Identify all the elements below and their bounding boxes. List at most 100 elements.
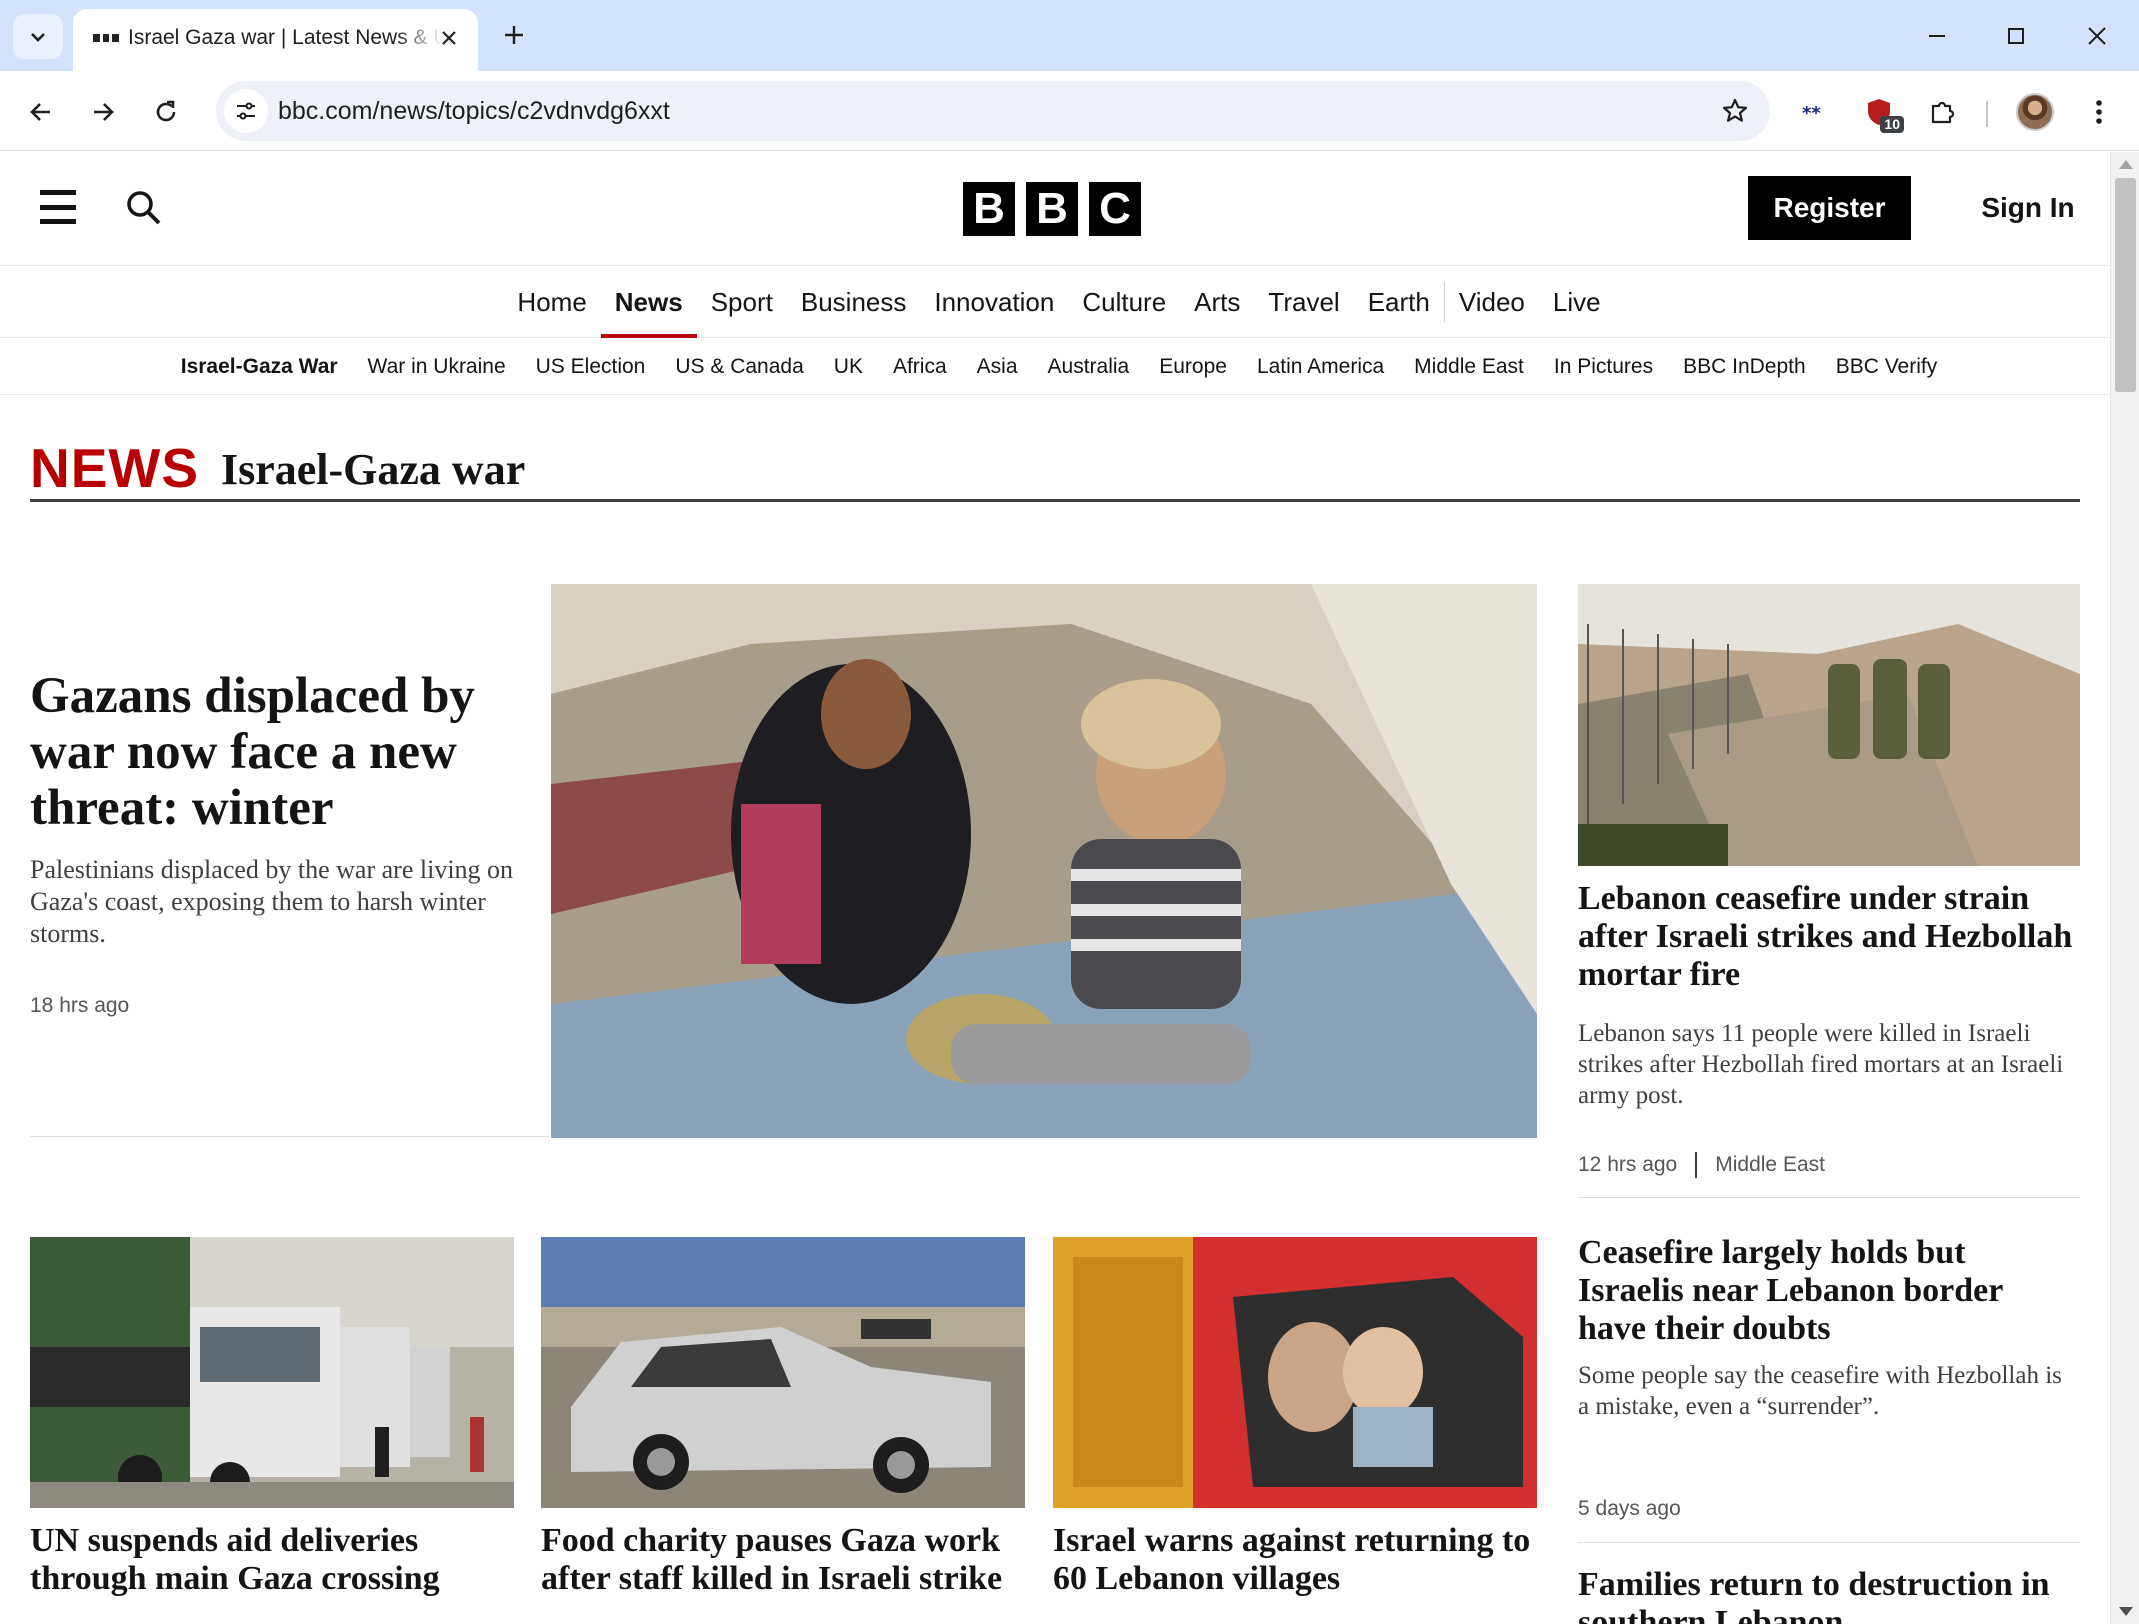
story-headline[interactable]: Families return to destruction in southe… <box>1578 1566 2078 1624</box>
star-icon <box>1722 98 1748 122</box>
register-button[interactable]: Register <box>1748 176 1911 240</box>
site-info-button[interactable] <box>224 89 268 133</box>
bbc-logo[interactable]: B B C <box>963 182 1141 236</box>
lead-story[interactable]: Gazans displaced by war now face a new t… <box>30 668 520 950</box>
tab-title: Israel Gaza war | Latest News & Updates … <box>128 26 443 49</box>
minimize-button[interactable] <box>1906 8 1968 63</box>
hamburger-menu-icon[interactable] <box>40 190 76 224</box>
story-topic-tag[interactable]: Middle East <box>1715 1153 1825 1177</box>
browser-toolbar: bbc.com/news/topics/c2vdnvdg6xxt ** 10 <box>0 71 2139 151</box>
subnav-item-us-election[interactable]: US Election <box>521 339 661 395</box>
search-icon[interactable] <box>124 188 164 228</box>
bbc-favicon-icon <box>93 34 120 42</box>
story-headline[interactable]: Food charity pauses Gaza work after staf… <box>541 1522 1025 1598</box>
bookmark-star-button[interactable] <box>1714 90 1756 132</box>
extensions-menu-button[interactable] <box>1920 89 1966 135</box>
stars-extension-icon: ** <box>1802 103 1821 122</box>
story-card[interactable]: Ceasefire largely holds but Israelis nea… <box>1578 1234 2078 1422</box>
nav-item-culture[interactable]: Culture <box>1068 266 1180 338</box>
nav-item-earth[interactable]: Earth <box>1354 266 1444 338</box>
subnav-item-australia[interactable]: Australia <box>1033 339 1145 395</box>
story-image[interactable] <box>1053 1237 1537 1508</box>
profile-avatar[interactable] <box>2016 93 2054 131</box>
maximize-button[interactable] <box>1985 8 2047 63</box>
back-button[interactable] <box>18 89 64 135</box>
story-headline[interactable]: Israel warns against returning to 60 Leb… <box>1053 1522 1537 1598</box>
nav-item-arts[interactable]: Arts <box>1180 266 1254 338</box>
address-bar[interactable]: bbc.com/news/topics/c2vdnvdg6xxt <box>216 81 1770 141</box>
lead-headline[interactable]: Gazans displaced by war now face a new t… <box>30 668 520 836</box>
primary-nav: Home News Sport Business Innovation Cult… <box>0 266 2110 338</box>
story-image[interactable] <box>541 1237 1025 1508</box>
extension-shield-button[interactable]: 10 <box>1856 89 1904 135</box>
browser-tab-active[interactable]: Israel Gaza war | Latest News & Updates … <box>73 9 478 71</box>
reload-button[interactable] <box>143 89 189 135</box>
story-summary: Lebanon says 11 people were killed in Is… <box>1578 1020 2064 1109</box>
scroll-down-arrow-icon[interactable] <box>2119 1607 2133 1616</box>
divider <box>30 1136 550 1137</box>
scrollbar-thumb[interactable] <box>2115 178 2136 392</box>
bbc-logo-letter: C <box>1089 182 1141 236</box>
scroll-up-arrow-icon[interactable] <box>2119 160 2133 169</box>
browser-menu-button[interactable] <box>2076 89 2122 135</box>
lead-image[interactable] <box>551 584 1537 1138</box>
forward-button[interactable] <box>80 89 126 135</box>
nav-item-home[interactable]: Home <box>503 266 600 338</box>
bbc-logo-letter: B <box>1026 182 1078 236</box>
subnav-item-africa[interactable]: Africa <box>878 339 962 395</box>
subnav-item-bbc-indepth[interactable]: BBC InDepth <box>1668 339 1821 395</box>
nav-item-sport[interactable]: Sport <box>697 266 787 338</box>
divider <box>1578 1542 2080 1543</box>
story-image[interactable] <box>1578 584 2080 866</box>
subnav-item-latin-america[interactable]: Latin America <box>1242 339 1399 395</box>
svg-text:**: ** <box>1802 103 1821 122</box>
close-icon <box>442 31 456 45</box>
nav-item-business[interactable]: Business <box>787 266 921 338</box>
arrow-right-icon <box>94 103 114 121</box>
subnav-item-middle-east[interactable]: Middle East <box>1399 339 1539 395</box>
story-headline[interactable]: UN suspends aid deliveries through main … <box>30 1522 514 1598</box>
story-headline[interactable]: Lebanon ceasefire under strain after Isr… <box>1578 880 2078 994</box>
sign-in-button[interactable]: Sign In <box>1948 176 2108 240</box>
story-card[interactable]: UN suspends aid deliveries through main … <box>30 1522 514 1598</box>
page-title: Israel-Gaza war <box>221 445 526 494</box>
subnav-item-asia[interactable]: Asia <box>962 339 1033 395</box>
subnav-item-uk[interactable]: UK <box>819 339 878 395</box>
story-timestamp: 12 hrs ago <box>1578 1153 1678 1176</box>
story-card[interactable]: Food charity pauses Gaza work after staf… <box>541 1522 1025 1598</box>
subnav-item-israel-gaza-war[interactable]: Israel-Gaza War <box>166 339 353 395</box>
url-text[interactable]: bbc.com/news/topics/c2vdnvdg6xxt <box>278 95 670 127</box>
subnav-item-europe[interactable]: Europe <box>1144 339 1242 395</box>
new-tab-button[interactable] <box>494 12 534 58</box>
browser-tab-strip: Israel Gaza war | Latest News & Updates … <box>0 0 2139 71</box>
subnav-item-us-canada[interactable]: US & Canada <box>660 339 818 395</box>
nav-item-news[interactable]: News <box>600 266 697 338</box>
news-brand[interactable]: NEWS <box>30 436 199 500</box>
close-icon <box>2088 26 2106 45</box>
nav-item-innovation[interactable]: Innovation <box>920 266 1068 338</box>
nav-item-travel[interactable]: Travel <box>1254 266 1353 338</box>
divider <box>1578 1197 2080 1198</box>
tune-icon <box>237 102 255 120</box>
subnav-item-war-in-ukraine[interactable]: War in Ukraine <box>353 339 521 395</box>
subnav-item-bbc-verify[interactable]: BBC Verify <box>1821 339 1953 395</box>
story-card[interactable]: Lebanon ceasefire under strain after Isr… <box>1578 880 2078 1111</box>
extension-stars-button[interactable]: ** <box>1792 89 1838 135</box>
subnav-item-in-pictures[interactable]: In Pictures <box>1539 339 1668 395</box>
nav-item-live[interactable]: Live <box>1539 266 1615 338</box>
arrow-left-icon <box>30 103 50 121</box>
story-image[interactable] <box>30 1237 514 1508</box>
plus-icon <box>505 26 523 44</box>
reload-icon <box>156 100 176 122</box>
tab-close-button[interactable] <box>432 21 466 55</box>
nav-item-video[interactable]: Video <box>1445 266 1539 338</box>
tab-search-button[interactable] <box>13 14 63 59</box>
close-window-button[interactable] <box>2066 8 2128 63</box>
story-card[interactable]: Israel warns against returning to 60 Leb… <box>1053 1522 1537 1598</box>
story-card[interactable]: Families return to destruction in southe… <box>1578 1566 2078 1624</box>
story-timestamp: 5 days ago <box>1578 1497 1681 1520</box>
toolbar-divider <box>1986 101 1988 127</box>
story-headline[interactable]: Ceasefire largely holds but Israelis nea… <box>1578 1234 2078 1348</box>
page-scrollbar[interactable] <box>2110 152 2139 1624</box>
bbc-page: B B C Register Sign In Home News Sport B… <box>0 152 2110 1624</box>
